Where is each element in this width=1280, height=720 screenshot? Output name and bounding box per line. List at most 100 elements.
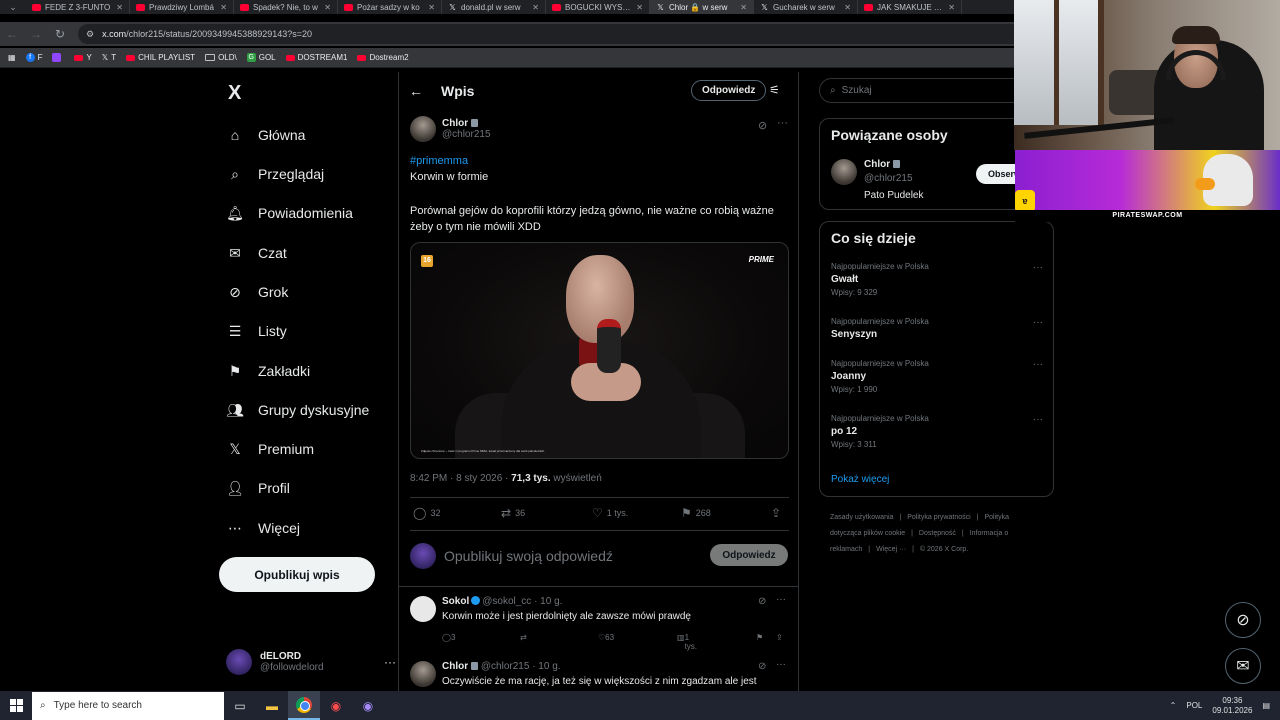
reply-button[interactable]: ◯ 32 (413, 506, 440, 520)
app-icon[interactable]: ◉ (352, 691, 384, 720)
bookmark-item[interactable]: Y (74, 53, 92, 62)
author-handle[interactable]: @chlor215 (442, 129, 491, 140)
grok-icon[interactable]: ⊘ (758, 119, 767, 132)
repost-button[interactable]: ⇄ 36 (501, 506, 525, 520)
nav-item-0[interactable]: ⌂ Główna (226, 120, 306, 150)
tab-close-icon[interactable]: ✕ (532, 3, 539, 12)
footer-link[interactable]: © 2026 X Corp. (920, 546, 968, 553)
reply-time[interactable]: · 10 g. (534, 596, 562, 607)
reload-icon[interactable]: ↻ (48, 27, 72, 41)
nav-item-10[interactable]: ⋯ Więcej (226, 513, 300, 543)
views-button[interactable]: ▥ 1 tys. (677, 633, 697, 651)
bookmark-item[interactable] (52, 53, 64, 62)
back-arrow-icon[interactable]: ← (409, 83, 423, 99)
more-dots-icon[interactable]: ··· (1033, 359, 1043, 370)
avatar[interactable] (410, 661, 436, 687)
avatar[interactable] (410, 116, 436, 142)
browser-tab[interactable]: FEDE Z 3-FUNTO ✕ (26, 0, 130, 14)
reply-author-handle[interactable]: @chlor215 (481, 661, 530, 672)
messages-fab-icon[interactable]: ✉ (1225, 648, 1261, 684)
notifications-icon[interactable]: ▤ (1262, 701, 1270, 710)
reply-time[interactable]: · 10 g. (532, 661, 560, 672)
author-name[interactable]: Chlor (442, 118, 468, 129)
more-dots-icon[interactable]: ··· (1033, 414, 1043, 425)
taskbar-search[interactable]: ⌕ Type here to search (32, 691, 224, 720)
share-icon[interactable]: ⇪ (776, 633, 783, 642)
nav-item-3[interactable]: ✉ Czat (226, 238, 287, 268)
bookmark-item[interactable]: Dostream2 (357, 53, 409, 62)
sliders-icon[interactable]: ⚟ (769, 83, 780, 97)
more-dots-icon[interactable]: ··· (384, 655, 396, 669)
bookmark-item[interactable]: DOSTREAM1 (285, 53, 347, 62)
trend-item[interactable]: Najpopularniejsze w Polska Joanny Wpisy: 1… (831, 359, 1043, 394)
trend-item[interactable]: Najpopularniejsze w Polska Senyszyn ··· (831, 317, 1043, 340)
more-dots-icon[interactable]: ··· (1033, 317, 1043, 328)
task-view-icon[interactable]: ▭ (224, 691, 256, 720)
browser-tab[interactable]: JAK SMAKUJE PIZ ✕ (858, 0, 962, 14)
tab-close-icon[interactable]: ✕ (844, 3, 851, 12)
tab-close-icon[interactable]: ✕ (740, 3, 747, 12)
clock[interactable]: 09:36 09.01.2026 (1212, 696, 1252, 716)
browser-tab[interactable]: 𝕏 Gucharek w serw ✕ (754, 0, 858, 14)
nav-item-2[interactable]: 🔔︎ Powiadomienia (226, 198, 353, 228)
show-more-link[interactable]: Pokaż więcej (831, 474, 889, 485)
tab-close-icon[interactable]: ✕ (428, 3, 435, 12)
reply-author-name[interactable]: Sokol (442, 596, 469, 607)
nav-item-6[interactable]: ⚑ Zakładki (226, 356, 310, 386)
account-switcher[interactable]: dELORD @followdelord ··· (226, 645, 396, 679)
url-field[interactable]: ⚙ x.com/chlor215/status/2009349945388929… (78, 24, 1038, 44)
site-info-icon[interactable]: ⚙ (86, 29, 94, 40)
tab-close-icon[interactable]: ✕ (948, 3, 955, 12)
file-explorer-icon[interactable]: ▬ (256, 691, 288, 720)
bookmark-item[interactable]: OLD\ (205, 53, 237, 62)
footer-link[interactable]: Polityka prywatności (907, 514, 970, 521)
post-time[interactable]: 8:42 PM · 8 sty 2026 · (410, 473, 511, 484)
tab-search-icon[interactable]: ⌄ (0, 0, 26, 14)
tab-close-icon[interactable]: ✕ (116, 3, 123, 12)
post-button[interactable]: Opublikuj wpis (219, 557, 375, 592)
bookmark-item[interactable]: 𝕏T (102, 53, 116, 62)
bookmark-item[interactable]: CHIL PLAYLIST (126, 53, 195, 62)
post-author[interactable]: Chlor @chlor215 (410, 116, 491, 142)
browser-tab[interactable]: BOGUCKI WYSZE ✕ (546, 0, 650, 14)
more-dots-icon[interactable]: ··· (776, 594, 786, 605)
app-icon[interactable]: ◉ (320, 691, 352, 720)
x-logo-icon[interactable]: X (228, 82, 241, 105)
like-button[interactable]: ♡ 63 (598, 633, 614, 642)
post-video[interactable]: 16 PRIME Zdjęcie chronione – treść z pro… (410, 242, 789, 459)
like-button[interactable]: ♡ 1 tys. (592, 506, 628, 520)
browser-tab[interactable]: 𝕏 Chlor 🔒 w serw ✕ (650, 0, 754, 14)
bookmark-item[interactable]: fF (25, 53, 42, 62)
browser-tab[interactable]: 𝕏donald.pl w serw ✕ (442, 0, 546, 14)
avatar[interactable] (831, 159, 857, 185)
nav-item-4[interactable]: ⊘ Grok (226, 277, 288, 307)
replies-filter-button[interactable]: Odpowiedz (691, 80, 767, 101)
reply-author-handle[interactable]: @sokol_cc (482, 596, 531, 607)
windows-start-icon[interactable] (0, 691, 32, 720)
reply-submit-button[interactable]: Odpowiedz (710, 544, 788, 566)
chrome-icon[interactable] (288, 691, 320, 720)
related-handle[interactable]: @chlor215 (864, 173, 913, 184)
browser-tab[interactable]: Pożar sadzy w ko ✕ (338, 0, 442, 14)
nav-item-9[interactable]: 👤︎ Profil (226, 473, 290, 503)
reply-input[interactable]: Opublikuj swoją odpowiedź (444, 548, 613, 564)
repost-button[interactable]: ⇄ (520, 633, 527, 642)
back-arrow-icon[interactable]: ← (0, 27, 24, 41)
footer-link[interactable]: Więcej ··· (876, 546, 906, 553)
share-button[interactable]: ⇪ (771, 506, 781, 520)
forward-arrow-icon[interactable]: → (24, 27, 48, 41)
hashtag-link[interactable]: #primemma (410, 155, 468, 167)
footer-link[interactable]: Zasady użytkowania (830, 514, 893, 521)
trend-item[interactable]: Najpopularniejsze w Polska Gwałt Wpisy: 9 … (831, 262, 1043, 297)
browser-tab[interactable]: Spadek? Nie, to w ✕ (234, 0, 338, 14)
nav-item-5[interactable]: ☰ Listy (226, 316, 287, 346)
grok-fab-icon[interactable]: ⊘ (1225, 602, 1261, 638)
nav-item-1[interactable]: ⌕ Przeglądaj (226, 159, 324, 189)
browser-tab[interactable]: Prawdziwy Lombá ✕ (130, 0, 234, 14)
tab-close-icon[interactable]: ✕ (636, 3, 643, 12)
nav-item-7[interactable]: 👥︎ Grupy dyskusyjne (226, 395, 369, 425)
nav-item-8[interactable]: 𝕏 Premium (226, 434, 314, 464)
reply-button[interactable]: ◯ 3 (442, 633, 455, 642)
bookmark-item[interactable]: G GOL (246, 53, 276, 62)
trend-item[interactable]: Najpopularniejsze w Polska po 12 Wpisy: 3 … (831, 414, 1043, 449)
